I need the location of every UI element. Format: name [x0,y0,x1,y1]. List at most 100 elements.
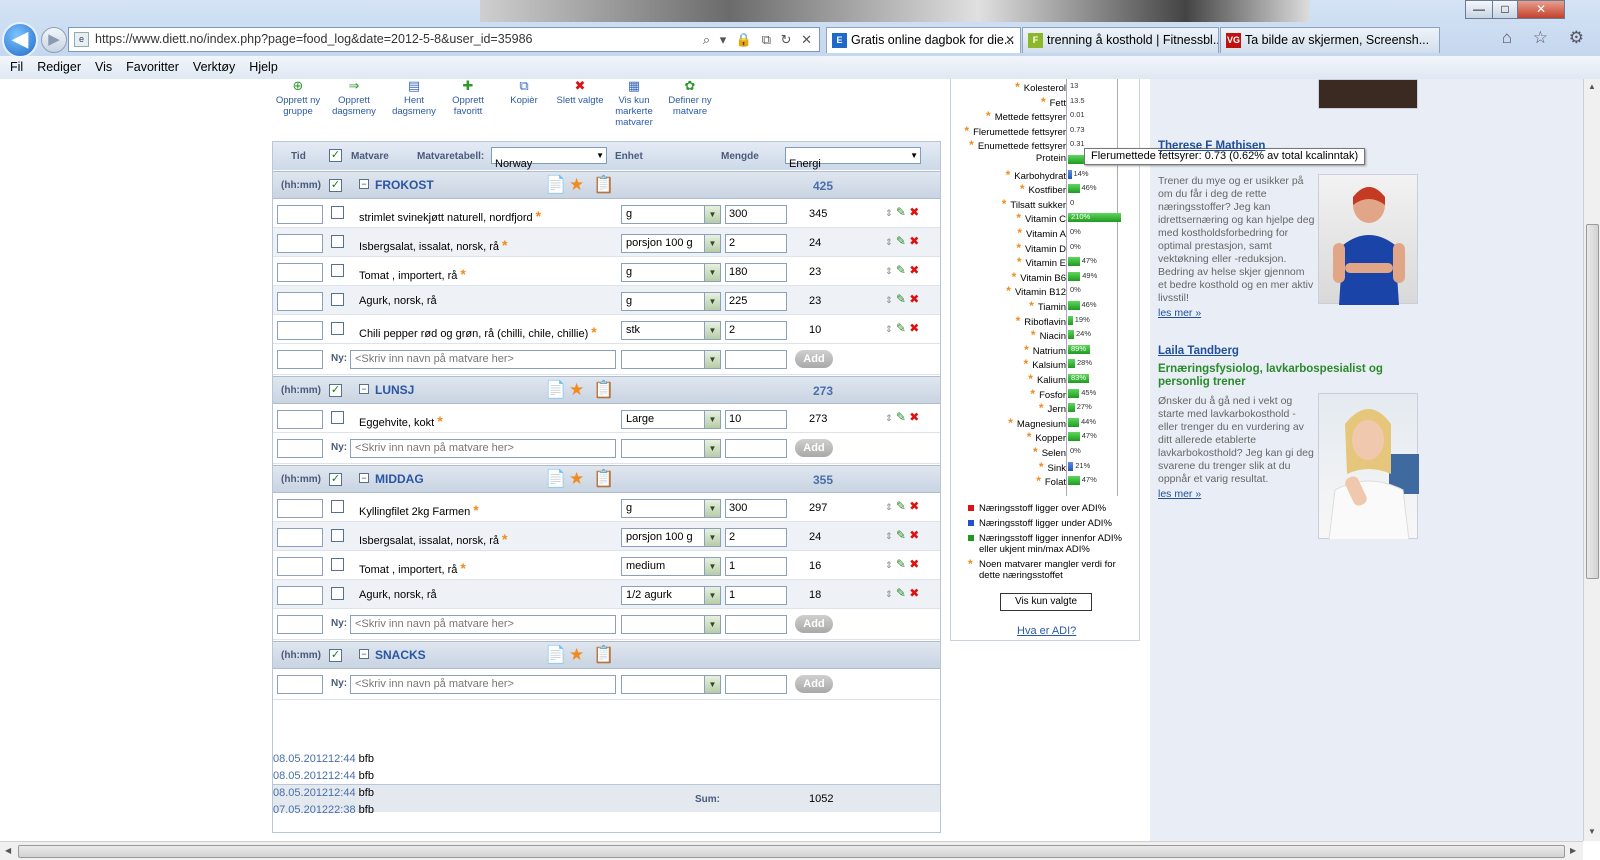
time-input[interactable] [277,675,323,694]
toolbar-button[interactable]: ✚ Opprett favoritt [438,79,498,117]
menu-item[interactable]: Verktøy [193,60,235,74]
quantity-input[interactable]: 2 [725,234,787,253]
unit-select[interactable]: g ▼ [621,205,721,224]
nutrient-row[interactable]: * Mettede fettsyrer 0.01 [986,108,1190,123]
address-bar-tools[interactable]: ⌕ ▾ 🔒 ⧉ ↻ ✕ [703,28,815,51]
browser-tab[interactable]: E Gratis online dagbok for die... ✕ [826,27,1021,53]
quantity-input[interactable]: 10 [725,410,787,429]
food-checkbox[interactable] [331,587,344,600]
toolbar-button[interactable]: ⧉ Kopièr [494,79,554,106]
forward-button[interactable]: ▶ [41,27,67,53]
food-checkbox[interactable] [331,235,344,248]
food-checkbox[interactable] [331,293,344,306]
quantity-input[interactable]: 1 [725,586,787,605]
back-button[interactable]: ◀ [2,22,38,58]
unit-select[interactable]: porsjon 100 g ▼ [621,234,721,253]
time-input[interactable] [277,439,323,458]
close-window-button[interactable]: ✕ [1517,0,1565,19]
quantity-input[interactable] [725,615,787,634]
edit-pencil-icon[interactable]: ✎ [896,205,906,219]
expert-name-therese[interactable]: Therese F Mathisen [1158,140,1265,152]
unit-select[interactable]: g ▼ [621,292,721,311]
browser-tab[interactable]: VG Ta bilde av skjermen, Screensh... [1220,27,1440,53]
time-input[interactable] [277,528,323,547]
notes-icon[interactable]: 📄 [545,469,566,489]
edit-pencil-icon[interactable]: ✎ [896,528,906,542]
food-checkbox[interactable] [331,264,344,277]
time-input[interactable] [277,292,323,311]
favorite-star-icon[interactable]: ★ [569,380,584,400]
food-checkbox[interactable] [331,529,344,542]
menu-item[interactable]: Rediger [37,60,81,74]
edit-pencil-icon[interactable]: ✎ [896,234,906,248]
clipboard-icon[interactable]: 📋 [593,645,614,665]
edit-pencil-icon[interactable]: ✎ [896,292,906,306]
time-input[interactable] [277,410,323,429]
toolbar-button[interactable]: ▤ Hent dagsmeny [384,79,444,117]
horizontal-scrollbar[interactable]: ◀ ▶ [0,841,1583,860]
unit-select[interactable]: Large ▼ [621,410,721,429]
toolbar-button[interactable]: ▦ Vis kun markerte matvarer [604,79,664,128]
scroll-down-arrow-icon[interactable]: ▼ [1588,827,1596,836]
unit-select[interactable]: ▼ [621,675,721,694]
delete-icon[interactable]: ✖ [909,205,919,219]
quantity-input[interactable]: 225 [725,292,787,311]
time-input[interactable] [277,234,323,253]
vertical-scroll-thumb[interactable] [1586,224,1599,579]
move-up-down-icon[interactable]: ⇕ [885,413,893,423]
notes-icon[interactable]: 📄 [545,380,566,400]
new-food-input[interactable]: <Skriv inn navn på matvare her> [350,615,616,634]
nutrient-row[interactable]: * Fett 13.5 [1000,94,1190,109]
unit-select[interactable]: ▼ [621,439,721,458]
close-tab-icon[interactable]: ✕ [1005,28,1015,53]
quantity-input[interactable]: 300 [725,499,787,518]
expert-name-laila[interactable]: Laila Tandberg [1158,345,1239,357]
add-button[interactable]: Add [795,615,833,633]
edit-pencil-icon[interactable]: ✎ [896,499,906,513]
move-up-down-icon[interactable]: ⇕ [885,502,893,512]
select-all-checkbox[interactable]: ✓ [329,149,342,162]
toolbar-button[interactable]: ⇒ Opprett dagsmeny [324,79,384,117]
clipboard-icon[interactable]: 📋 [593,469,614,489]
delete-icon[interactable]: ✖ [909,234,919,248]
maximize-window-button[interactable]: □ [1492,0,1518,19]
delete-icon[interactable]: ✖ [909,410,919,424]
edit-pencil-icon[interactable]: ✎ [896,586,906,600]
move-up-down-icon[interactable]: ⇕ [885,324,893,334]
edit-pencil-icon[interactable]: ✎ [896,263,906,277]
edit-pencil-icon[interactable]: ✎ [896,321,906,335]
nutrient-row[interactable]: * Flerumettede fettsyrer 0.73 [964,123,1190,138]
move-up-down-icon[interactable]: ⇕ [885,266,893,276]
scroll-right-arrow-icon[interactable]: ▶ [1570,846,1576,855]
vis-kun-valgte-button[interactable]: Vis kun valgte [1000,593,1092,611]
unit-select[interactable]: ▼ [621,350,721,369]
toolbar-button[interactable]: ⊕ Opprett ny gruppe [268,79,328,117]
meal-checkbox[interactable]: ✓ [329,473,342,486]
move-up-down-icon[interactable]: ⇕ [885,237,893,247]
scroll-up-arrow-icon[interactable]: ▲ [1588,82,1596,91]
quantity-input[interactable]: 180 [725,263,787,282]
move-up-down-icon[interactable]: ⇕ [885,589,893,599]
unit-select[interactable]: porsjon 100 g ▼ [621,528,721,547]
new-food-input[interactable]: <Skriv inn navn på matvare her> [350,350,616,369]
toolbar-button[interactable]: ✖ Slett valgte [550,79,610,106]
collapse-icon[interactable]: − [359,473,369,483]
add-button[interactable]: Add [795,439,833,457]
menu-item[interactable]: Hjelp [249,60,278,74]
unit-select[interactable]: 1/2 agurk ▼ [621,586,721,605]
delete-icon[interactable]: ✖ [909,263,919,277]
menu-item[interactable]: Vis [95,60,112,74]
move-up-down-icon[interactable]: ⇕ [885,295,893,305]
quantity-input[interactable]: 1 [725,557,787,576]
browser-tab[interactable]: Ftrenning å kosthold | Fitnessbl... [1022,27,1219,53]
unit-select[interactable]: stk ▼ [621,321,721,340]
time-input[interactable] [277,586,323,605]
food-checkbox[interactable] [331,206,344,219]
food-checkbox[interactable] [331,322,344,335]
browser-home-favorites-settings-icons[interactable]: ⌂ ☆ ⚙ [1502,28,1592,48]
quantity-input[interactable] [725,439,787,458]
menu-item[interactable]: Favoritter [126,60,179,74]
add-button[interactable]: Add [795,350,833,368]
quantity-input[interactable]: 2 [725,321,787,340]
clipboard-icon[interactable]: 📋 [593,380,614,400]
